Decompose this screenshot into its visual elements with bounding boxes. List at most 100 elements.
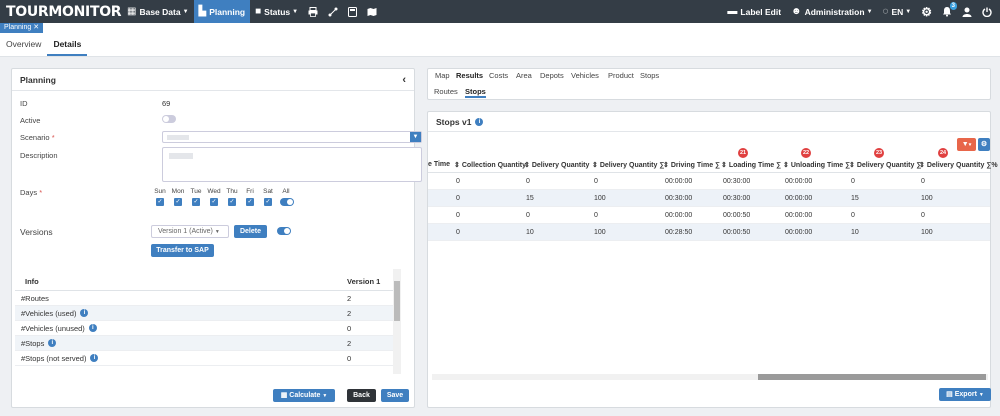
column-header[interactable]: ⇕ Driving Time ∑ <box>663 161 720 169</box>
info-icon[interactable]: i <box>80 309 89 317</box>
table-row: #Vehicles (unused) i 0 <box>15 321 395 336</box>
planning-panel-header: Planning ‹ <box>12 69 414 91</box>
table-row[interactable]: 0 10 100 00:28:50 00:00:50 00:00:00 10 1… <box>428 224 990 241</box>
nav-status-label: Status <box>264 6 291 17</box>
label-edit-button[interactable]: ▬ Label Edit <box>722 0 786 23</box>
collapse-chevron-icon[interactable]: ‹ <box>402 74 406 86</box>
nav-status[interactable]: ■ Status ▼ <box>250 0 303 23</box>
back-button[interactable]: Back <box>347 389 376 402</box>
day-label-thu: Thu <box>226 188 238 195</box>
map-icon[interactable] <box>362 0 382 23</box>
table-row[interactable]: 0 0 0 00:00:00 00:30:00 00:00:00 0 0 <box>428 173 990 190</box>
delete-button[interactable]: Delete <box>234 225 267 238</box>
nav-base-data[interactable]: ▦ Base Data ▼ <box>122 0 194 23</box>
scenario-select[interactable]: ▼ <box>162 131 422 143</box>
nav-planning[interactable]: ▙ Planning <box>193 0 251 23</box>
row-label: #Stops <box>21 338 45 348</box>
info-icon[interactable]: i <box>48 339 57 347</box>
subtab-stops[interactable]: Stops <box>465 87 486 98</box>
subtab-routes[interactable]: Routes <box>434 87 458 96</box>
day-label-sun: Sun <box>154 188 166 195</box>
open-tab-planning[interactable]: Planning ✕ <box>0 23 44 33</box>
top-navbar: TOURMONITOR ▦ Base Data ▼ ▙ Planning ■ S… <box>0 0 1000 23</box>
table-row[interactable]: 0 0 0 00:00:00 00:00:50 00:00:00 0 0 <box>428 207 990 224</box>
id-value: 69 <box>162 99 171 108</box>
stops-panel: Stops v1 i ▼▾ ⚙ 21 22 23 24 e Time ⇕ Col… <box>427 111 998 408</box>
row-value: 0 <box>347 323 352 333</box>
tab-results[interactable]: Results <box>456 71 483 80</box>
tab-details[interactable]: Details <box>47 33 88 56</box>
export-button[interactable]: ▤ Export ▼ <box>939 388 991 401</box>
column-header[interactable]: ⇕ Loading Time ∑ <box>721 161 781 169</box>
day-label-mon: Mon <box>171 188 185 195</box>
chevron-down-icon: ▼ <box>182 8 189 15</box>
results-tabs-panel: Map Results Costs Area Depots Vehicles P… <box>427 68 991 100</box>
info-table-scrollbar[interactable] <box>393 269 401 374</box>
table-row: #Routes 2 <box>15 291 395 306</box>
calculator-icon: ▦ <box>280 392 288 399</box>
info-icon[interactable]: i <box>475 117 484 126</box>
tab-costs[interactable]: Costs <box>489 71 508 80</box>
row-label: #Stops (not served) <box>21 353 87 363</box>
day-label-fri: Fri <box>246 188 254 195</box>
tab-map[interactable]: Map <box>435 71 450 80</box>
panel-title: Stops v1 <box>436 116 472 127</box>
settings-gear-icon[interactable]: ⚙ <box>916 0 937 23</box>
description-textarea[interactable] <box>162 147 422 182</box>
route-icon[interactable] <box>323 0 343 23</box>
language-menu[interactable]: ◌ EN ▼ <box>878 0 917 23</box>
day-checkbox-tue[interactable]: ✓ <box>192 198 200 206</box>
user-icon[interactable] <box>957 0 977 23</box>
database-icon: ▦ <box>127 6 137 17</box>
horizontal-scrollbar[interactable] <box>432 374 988 380</box>
calculate-button[interactable]: ▦ Calculate ▼ <box>273 389 335 402</box>
print-icon[interactable] <box>303 0 323 23</box>
tab-vehicles[interactable]: Vehicles <box>571 71 599 80</box>
planning-panel: Planning ‹ ID 69 Active Scenario * ▼ Des… <box>11 68 422 408</box>
day-checkbox-mon[interactable]: ✓ <box>174 198 182 206</box>
version-toggle[interactable] <box>277 227 291 235</box>
info-icon[interactable]: i <box>90 354 99 362</box>
administration-menu[interactable]: ☻ Administration ▼ <box>786 0 877 23</box>
day-checkbox-thu[interactable]: ✓ <box>228 198 236 206</box>
column-header[interactable]: ⇕ Delivery Quantity <box>524 161 589 169</box>
page-subtabs: Overview Details <box>0 33 1000 57</box>
column-header[interactable]: ⇕ Delivery Quantity ∑ <box>849 161 921 169</box>
stops-panel-header: Stops v1 i <box>428 112 990 132</box>
row-value: 2 <box>347 293 352 303</box>
day-checkbox-wed[interactable]: ✓ <box>210 198 218 206</box>
tab-stops[interactable]: Stops <box>640 71 659 80</box>
info-column-header: Info <box>25 277 39 286</box>
day-label-tue: Tue <box>190 188 202 195</box>
active-toggle[interactable] <box>162 115 176 123</box>
day-checkbox-sat[interactable]: ✓ <box>264 198 272 206</box>
tab-area[interactable]: Area <box>516 71 532 80</box>
version-select[interactable]: Version 1 (Active) ▼ <box>151 225 229 238</box>
column-header[interactable]: ⇕ Collection Quantity <box>454 161 526 169</box>
transfer-to-sap-button[interactable]: Transfer to SAP <box>151 244 214 257</box>
column-header[interactable]: e Time <box>428 161 450 168</box>
save-button[interactable]: Save <box>381 389 409 402</box>
scenario-value-redacted <box>167 135 189 140</box>
column-header[interactable]: ⇕ Unloading Time ∑ <box>783 161 850 169</box>
notifications-bell[interactable]: 3 <box>937 0 957 23</box>
tab-overview[interactable]: Overview <box>0 33 47 56</box>
notification-count-badge: 3 <box>949 2 957 10</box>
active-label: Active <box>20 116 41 125</box>
column-header[interactable]: ⇕ Delivery Quantity ∑ <box>592 161 664 169</box>
column-header[interactable]: ⇕ Delivery Quantity ∑% <box>919 161 998 169</box>
tab-product[interactable]: Product <box>608 71 634 80</box>
settings-gear-icon[interactable]: ⚙ <box>978 138 990 151</box>
info-icon[interactable]: i <box>88 324 97 332</box>
row-label: #Routes <box>21 293 49 303</box>
day-checkbox-sun[interactable]: ✓ <box>156 198 164 206</box>
all-days-toggle[interactable] <box>280 198 294 206</box>
table-row[interactable]: 0 15 100 00:30:00 00:30:00 00:00:00 15 1… <box>428 190 990 207</box>
day-checkbox-fri[interactable]: ✓ <box>246 198 254 206</box>
tab-depots[interactable]: Depots <box>540 71 564 80</box>
filter-button[interactable]: ▼▾ <box>957 138 976 151</box>
folder-icon: ▬ <box>727 6 738 17</box>
logout-icon[interactable] <box>977 0 1000 23</box>
calculator-icon[interactable] <box>343 0 362 23</box>
chevron-down-icon: ▼ <box>905 8 912 15</box>
